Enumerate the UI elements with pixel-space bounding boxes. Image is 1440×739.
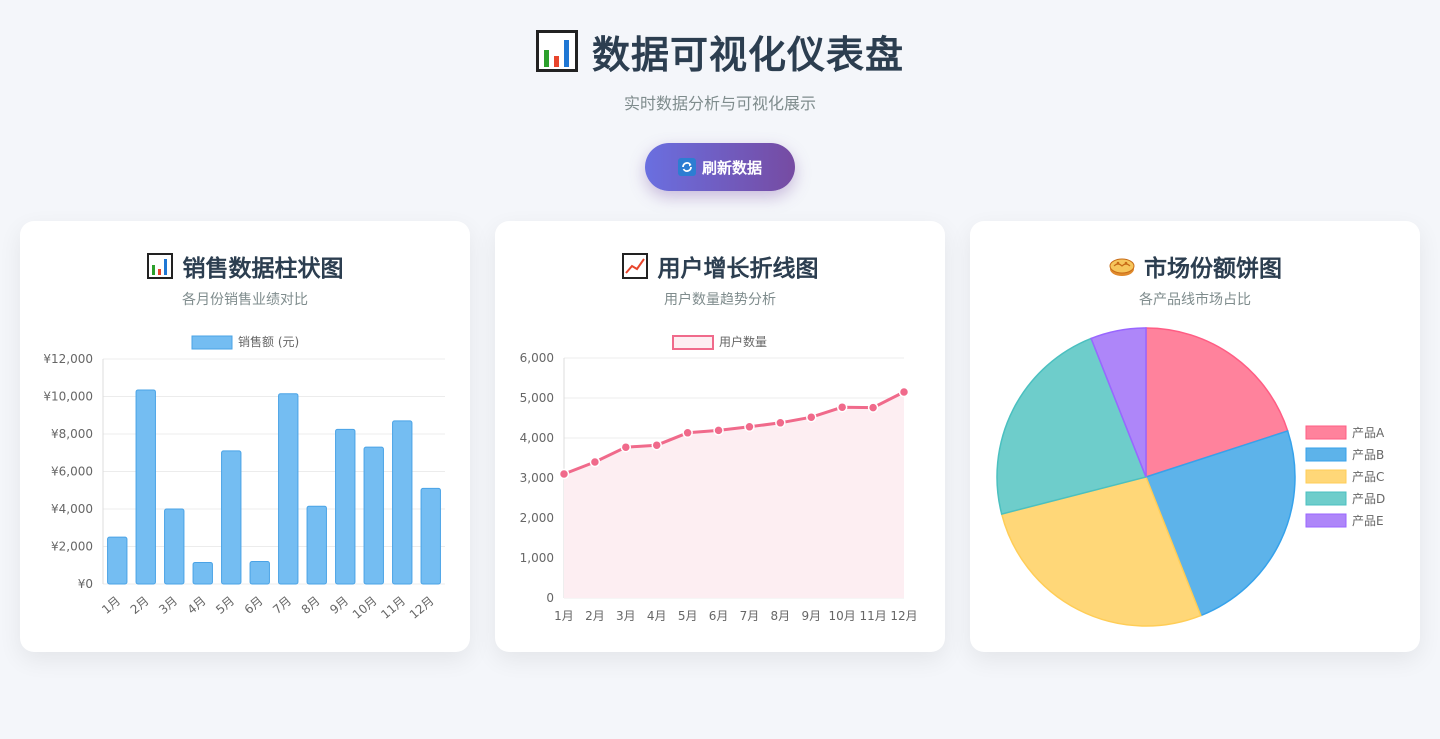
area-fill xyxy=(564,392,904,598)
x-tick-label: 1月 xyxy=(99,594,123,617)
x-tick-label: 8月 xyxy=(771,609,791,623)
bar xyxy=(335,428,356,585)
x-tick-label: 4月 xyxy=(647,609,667,623)
legend-label: 产品A xyxy=(1352,426,1385,440)
x-tick-label: 7月 xyxy=(270,594,294,617)
y-tick-label: ¥2,000 xyxy=(51,540,93,554)
data-point xyxy=(589,456,601,468)
x-tick-label: 6月 xyxy=(709,609,729,623)
y-tick-label: 6,000 xyxy=(520,351,554,365)
pie-chart: 产品A 产品B 产品C 产品D 产品E xyxy=(996,327,1385,627)
data-point xyxy=(713,425,724,436)
data-point xyxy=(806,411,817,423)
bar xyxy=(306,505,327,585)
bar-chart: 销售额 (元) ¥0 ¥2,000 ¥4,000 ¥6,000 ¥8,000 ¥10,000… xyxy=(43,334,445,622)
x-tick-label: 10月 xyxy=(350,594,380,622)
y-tick-label: 3,000 xyxy=(520,471,554,485)
refresh-button[interactable]: 刷新数据 xyxy=(645,143,795,191)
x-tick-label: 4月 xyxy=(185,594,209,617)
legend-label: 产品C xyxy=(1352,470,1384,484)
y-tick-label: ¥8,000 xyxy=(51,427,93,441)
data-point xyxy=(651,439,662,451)
bar xyxy=(278,393,299,585)
legend-label: 产品E xyxy=(1352,514,1384,528)
data-point xyxy=(744,421,755,433)
y-tick-label: ¥12,000 xyxy=(43,352,93,366)
x-tick-label: 8月 xyxy=(299,594,323,617)
legend-swatch xyxy=(1305,513,1347,528)
x-tick-label: 6月 xyxy=(242,594,266,617)
y-tick-label: 1,000 xyxy=(520,551,554,565)
x-tick-label: 5月 xyxy=(678,609,698,623)
x-tick-label: 12月 xyxy=(407,594,437,622)
x-tick-label: 3月 xyxy=(156,594,180,617)
legend-swatch xyxy=(191,335,233,350)
legend-swatch xyxy=(1305,425,1347,440)
x-tick-label: 7月 xyxy=(740,609,760,623)
y-tick-label: ¥0 xyxy=(78,577,93,591)
data-point xyxy=(620,441,632,453)
x-tick-label: 5月 xyxy=(213,594,237,617)
legend-label: 产品D xyxy=(1352,492,1385,506)
y-tick-label: ¥4,000 xyxy=(51,502,93,516)
line-chart: 用户数量 0 1,000 2,000 3,000 4,000 5,000 6,000 1月 2月 3… xyxy=(520,334,918,623)
bar xyxy=(420,487,441,585)
x-tick-label: 2月 xyxy=(128,594,152,617)
y-tick-label: 2,000 xyxy=(520,511,554,525)
bar xyxy=(249,561,270,585)
bar xyxy=(135,389,156,585)
bar xyxy=(363,446,384,585)
x-tick-label: 3月 xyxy=(616,609,636,623)
refresh-icon xyxy=(677,158,696,176)
y-tick-label: 0 xyxy=(546,591,554,605)
x-tick-label: 11月 xyxy=(859,609,886,623)
x-tick-label: 10月 xyxy=(829,609,856,623)
data-point xyxy=(775,417,786,429)
y-tick-label: 5,000 xyxy=(520,391,554,405)
x-tick-label: 9月 xyxy=(327,594,351,617)
bar xyxy=(392,420,413,585)
legend-swatch xyxy=(672,335,714,350)
legend-swatch xyxy=(1305,447,1347,462)
legend-swatch xyxy=(1305,491,1347,506)
bar xyxy=(221,450,242,585)
y-tick-label: 4,000 xyxy=(520,431,554,445)
refresh-label: 刷新数据 xyxy=(701,158,762,177)
bar-chart-card: 销售数据柱状图 各月份销售业绩对比 销售额 (元) ¥0 ¥2,000 ¥4,000 ¥… xyxy=(20,221,470,652)
bar xyxy=(107,536,128,585)
bar xyxy=(192,561,213,585)
pie-chart-card: 市场份额饼图 各产品线市场占比 产品A 产品B 产品C 产品D 产品E xyxy=(970,221,1420,652)
line-chart-card: 用户增长折线图 用户数量趋势分析 用户数量 0 1,000 2,000 3,000 4,0… xyxy=(495,221,945,652)
data-point xyxy=(867,402,879,413)
data-point xyxy=(558,468,570,480)
bar xyxy=(164,508,185,585)
x-tick-label: 1月 xyxy=(554,609,574,623)
x-tick-label: 11月 xyxy=(378,594,408,622)
page-subtitle: 实时数据分析与可视化展示 xyxy=(623,94,816,113)
legend-label: 产品B xyxy=(1352,448,1384,462)
legend-label: 用户数量 xyxy=(719,334,767,349)
y-tick-label: ¥6,000 xyxy=(51,465,93,479)
data-point xyxy=(836,401,848,413)
y-tick-label: ¥10,000 xyxy=(43,390,93,404)
x-tick-label: 9月 xyxy=(801,609,821,623)
header: 数据可视化仪表盘 实时数据分析与可视化展示 xyxy=(0,26,1440,114)
data-point xyxy=(682,427,693,439)
legend-label: 销售额 (元) xyxy=(238,334,299,349)
bar-chart-icon xyxy=(535,30,578,72)
x-tick-label: 2月 xyxy=(585,609,605,623)
page-title: 数据可视化仪表盘 xyxy=(591,32,904,77)
data-point xyxy=(898,386,910,398)
legend-swatch xyxy=(1305,469,1347,484)
x-tick-label: 12月 xyxy=(890,609,917,623)
